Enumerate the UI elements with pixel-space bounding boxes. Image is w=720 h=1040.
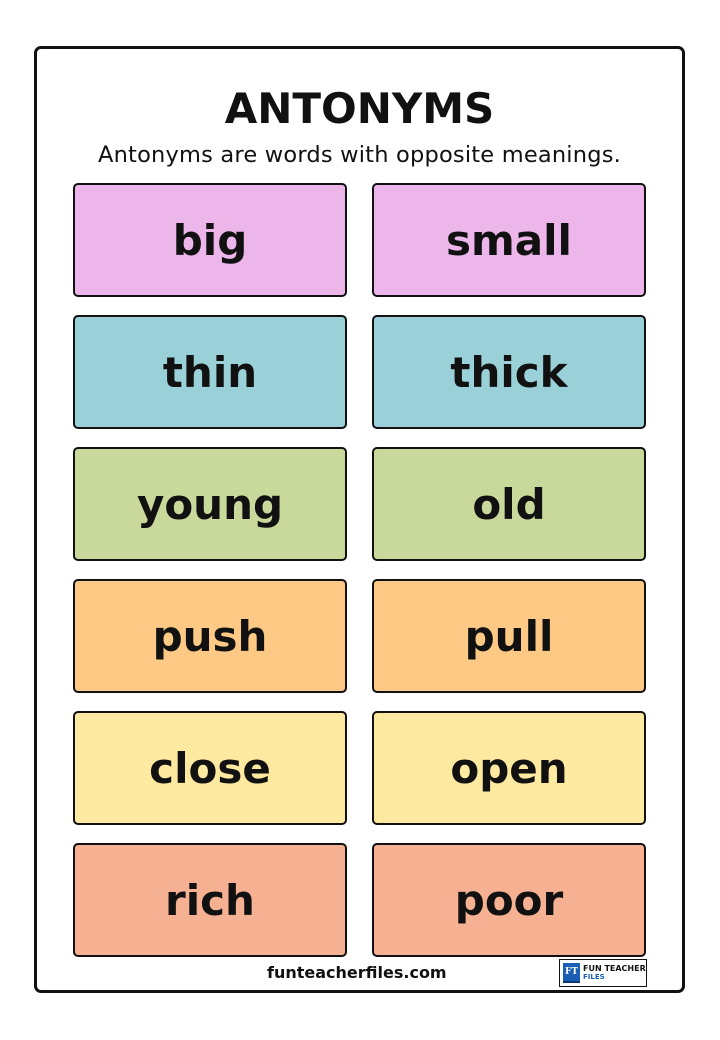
word-card-right: open	[372, 711, 646, 825]
word-card-left: big	[73, 183, 347, 297]
page-title: ANTONYMS	[224, 84, 495, 133]
word-card-left: young	[73, 447, 347, 561]
word-card-right: thick	[372, 315, 646, 429]
word-card-right: pull	[372, 579, 646, 693]
word-card-left: close	[73, 711, 347, 825]
logo-text: FUN TEACHER FILES	[583, 964, 646, 982]
logo-line-2: FILES	[583, 973, 605, 981]
word-card-left: thin	[73, 315, 347, 429]
worksheet: ANTONYMS Antonyms are words with opposit…	[34, 46, 685, 993]
website-url: funteacherfiles.com	[267, 963, 447, 982]
word-card-right: old	[372, 447, 646, 561]
brand-logo: FT FUN TEACHER FILES	[559, 959, 647, 987]
word-card-right: small	[372, 183, 646, 297]
word-card-right: poor	[372, 843, 646, 957]
book-icon: FT	[563, 963, 580, 983]
word-card-left: rich	[73, 843, 347, 957]
logo-line-1: FUN TEACHER	[583, 964, 646, 973]
page-subtitle: Antonyms are words with opposite meaning…	[98, 142, 621, 168]
word-card-left: push	[73, 579, 347, 693]
